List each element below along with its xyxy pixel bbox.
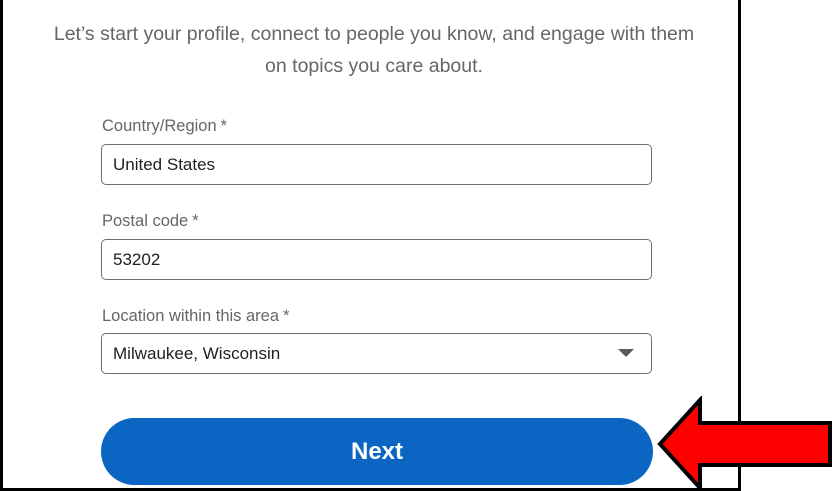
next-button[interactable]: Next xyxy=(101,418,653,485)
intro-line-2: on topics you care about. xyxy=(265,55,483,77)
required-asterisk: * xyxy=(220,117,228,135)
profile-setup-panel: Let’s start your profile, connect to peo… xyxy=(0,0,741,491)
postal-code-label-text: Postal code xyxy=(102,212,189,230)
chevron-down-icon[interactable] xyxy=(618,349,634,357)
postal-code-label: Postal code * xyxy=(102,211,199,231)
required-asterisk: * xyxy=(192,212,199,230)
country-label: Country/Region * xyxy=(102,116,227,136)
screenshot-stage: Let’s start your profile, connect to peo… xyxy=(0,0,835,491)
location-label-text: Location within this area xyxy=(102,307,280,325)
red-arrow-icon xyxy=(657,396,832,491)
next-button-label: Next xyxy=(350,437,404,465)
country-label-text: Country/Region xyxy=(102,117,217,135)
intro-text: Let’s start your profile, connect to peo… xyxy=(11,18,737,82)
location-label: Location within this area * xyxy=(102,306,289,326)
postal-code-value: 53202 xyxy=(113,249,161,269)
country-value: United States xyxy=(113,154,216,174)
postal-code-input[interactable]: 53202 xyxy=(101,239,652,280)
intro-line-1: Let’s start your profile, connect to peo… xyxy=(53,23,695,45)
required-asterisk: * xyxy=(283,307,290,325)
location-value: Milwaukee, Wisconsin xyxy=(113,343,281,363)
location-select[interactable]: Milwaukee, Wisconsin xyxy=(101,333,652,374)
country-input[interactable]: United States xyxy=(101,144,652,185)
